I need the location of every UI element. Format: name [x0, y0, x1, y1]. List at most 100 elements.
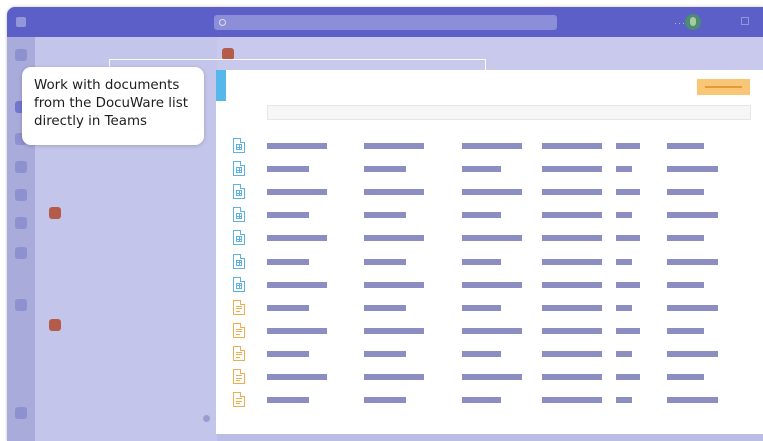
cell-placeholder — [364, 166, 406, 173]
teams-top-bar: ··· — [7, 7, 763, 37]
callout-line-3: directly in Teams — [34, 114, 148, 129]
cell-placeholder — [667, 258, 718, 265]
text-document-icon — [233, 369, 245, 384]
table-row[interactable] — [216, 184, 763, 202]
cell-placeholder — [462, 374, 522, 380]
cell-placeholder — [462, 327, 522, 334]
table-row[interactable] — [216, 392, 763, 410]
table-row[interactable] — [216, 345, 763, 364]
document-list — [216, 70, 763, 434]
cell-placeholder — [364, 258, 406, 265]
apps-icon[interactable] — [15, 247, 27, 259]
cell-placeholder — [616, 212, 632, 219]
cell-placeholder — [616, 258, 632, 265]
table-row[interactable] — [216, 299, 763, 318]
search-input[interactable] — [214, 15, 557, 30]
team-logo[interactable] — [49, 207, 61, 219]
cell-placeholder — [462, 258, 501, 265]
cell-placeholder — [616, 189, 640, 196]
cell-placeholder — [542, 397, 602, 404]
cell-placeholder — [462, 235, 522, 242]
text-document-icon — [233, 392, 245, 408]
grid-icon[interactable] — [16, 17, 26, 27]
cell-placeholder — [267, 212, 309, 219]
table-row[interactable] — [216, 253, 763, 272]
table-row[interactable] — [216, 276, 763, 295]
cell-placeholder — [267, 166, 309, 173]
files-icon[interactable] — [15, 217, 27, 229]
cell-placeholder — [364, 212, 406, 219]
text-document-icon — [233, 322, 245, 338]
table-row[interactable] — [216, 138, 763, 156]
cell-placeholder — [616, 327, 640, 334]
cell-placeholder — [267, 374, 327, 380]
text-document-icon — [233, 345, 245, 361]
calendar-icon[interactable] — [15, 161, 27, 173]
table-row[interactable] — [216, 207, 763, 225]
cell-placeholder — [542, 374, 602, 380]
cell-placeholder — [267, 235, 327, 242]
cell-placeholder — [462, 350, 501, 357]
cell-placeholder — [667, 189, 704, 196]
team-logo[interactable] — [49, 319, 61, 331]
cell-placeholder — [462, 304, 501, 311]
cell-placeholder — [667, 350, 718, 357]
cell-placeholder — [542, 350, 602, 357]
cell-placeholder — [616, 350, 632, 357]
more-apps-icon[interactable] — [15, 299, 27, 311]
cell-placeholder — [364, 374, 424, 380]
cell-placeholder — [542, 212, 602, 219]
cell-placeholder — [364, 281, 424, 288]
text-document-icon — [233, 299, 245, 315]
cell-placeholder — [267, 281, 327, 288]
spreadsheet-document-icon — [233, 276, 245, 292]
search-icon — [219, 19, 226, 26]
cell-placeholder — [267, 258, 309, 265]
spreadsheet-document-icon — [233, 184, 245, 200]
table-row[interactable] — [216, 322, 763, 341]
cell-placeholder — [542, 327, 602, 334]
cell-placeholder — [667, 327, 704, 334]
cell-placeholder — [542, 166, 602, 173]
cell-placeholder — [462, 212, 501, 219]
cell-placeholder — [462, 189, 522, 196]
cell-placeholder — [542, 189, 602, 196]
cell-placeholder — [542, 143, 602, 149]
window-control-icon[interactable] — [741, 17, 749, 25]
table-row[interactable] — [216, 230, 763, 248]
cell-placeholder — [616, 166, 632, 173]
avatar[interactable] — [685, 14, 701, 30]
cell-placeholder — [462, 281, 522, 288]
cell-placeholder — [667, 374, 704, 380]
docuware-accent-bar — [216, 70, 226, 101]
cell-placeholder — [364, 235, 424, 242]
cell-placeholder — [542, 281, 602, 288]
cell-placeholder — [667, 143, 704, 149]
table-row[interactable] — [216, 161, 763, 179]
cell-placeholder — [542, 304, 602, 311]
help-icon[interactable] — [15, 407, 27, 419]
cell-placeholder — [616, 143, 640, 149]
spreadsheet-document-icon — [233, 161, 245, 177]
callout-line-1: Work with documents — [34, 78, 180, 93]
spreadsheet-document-icon — [233, 253, 245, 269]
cell-placeholder — [667, 304, 718, 311]
cell-placeholder — [667, 281, 704, 288]
gear-icon[interactable] — [203, 415, 210, 422]
cell-placeholder — [267, 189, 327, 196]
cell-placeholder — [364, 143, 424, 149]
table-row[interactable] — [216, 369, 763, 387]
cell-placeholder — [364, 304, 406, 311]
spreadsheet-document-icon — [233, 138, 245, 153]
cell-placeholder — [616, 374, 640, 380]
docuware-list-panel — [216, 70, 763, 434]
cell-placeholder — [462, 397, 501, 404]
cell-placeholder — [616, 235, 640, 242]
cell-placeholder — [462, 166, 501, 173]
cell-placeholder — [462, 143, 522, 149]
cell-placeholder — [364, 327, 424, 334]
cell-placeholder — [267, 327, 327, 334]
calls-icon[interactable] — [15, 189, 27, 201]
activity-icon[interactable] — [15, 49, 27, 61]
cell-placeholder — [616, 397, 632, 404]
